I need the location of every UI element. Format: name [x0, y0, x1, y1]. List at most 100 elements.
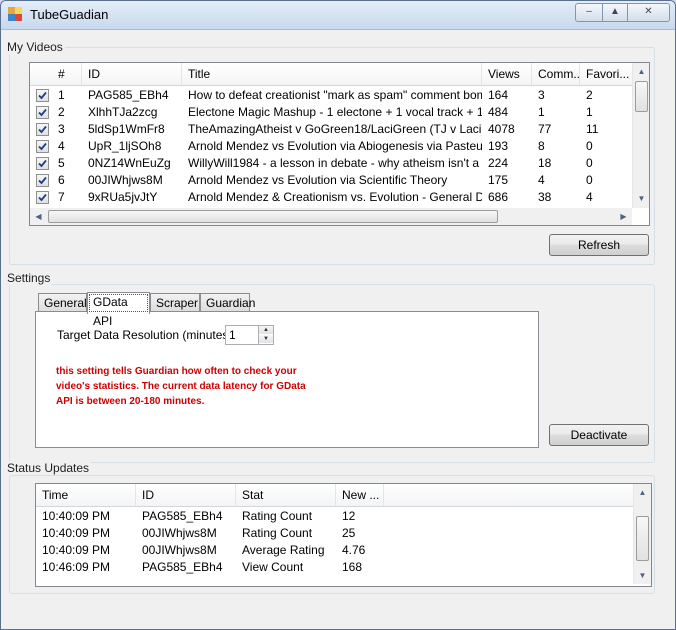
- column-header-favorites[interactable]: Favori...: [580, 63, 633, 85]
- spin-buttons[interactable]: ▲ ▼: [258, 326, 273, 344]
- table-row[interactable]: 4 UpR_1ljSOh8 Arnold Mendez vs Evolution v…: [30, 138, 632, 155]
- main-window: TubeGuadian – ▲ ✕ My Videos # ID Title V…: [0, 0, 676, 630]
- videos-list-header: # ID Title Views Comm... Favori...: [30, 63, 633, 86]
- cell-number: 3: [58, 122, 65, 136]
- tab-scraper[interactable]: Scraper: [150, 293, 200, 312]
- videos-list[interactable]: # ID Title Views Comm... Favori... 1 PAG5…: [29, 62, 650, 226]
- spin-up-icon[interactable]: ▲: [259, 326, 273, 334]
- checkbox-checked-icon[interactable]: [36, 140, 49, 153]
- cell-id: 9xRUa5jvJtY: [88, 190, 158, 204]
- tab-gdata-api[interactable]: GData API: [87, 292, 150, 328]
- spin-down-icon[interactable]: ▼: [259, 335, 273, 343]
- status-row[interactable]: 10:40:09 PM 00JIWhjws8M Rating Count 25: [36, 525, 633, 542]
- status-scroll-thumb[interactable]: [636, 516, 649, 561]
- scroll-up-icon[interactable]: ▲: [634, 484, 651, 501]
- table-row[interactable]: 1 PAG585_EBh4 How to defeat creationist "m…: [30, 87, 632, 104]
- cell-favorites: 2: [586, 88, 593, 102]
- table-row[interactable]: 3 5ldSp1WmFr8 TheAmazingAtheist v GoGreen1…: [30, 121, 632, 138]
- cell-number: 2: [58, 105, 65, 119]
- tab-general[interactable]: General: [38, 293, 87, 312]
- cell-title: Electone Magic Mashup - 1 electone + 1 v…: [188, 105, 482, 119]
- status-row[interactable]: 10:40:09 PM 00JIWhjws8M Average Rating 4.76: [36, 542, 633, 559]
- tab-guardian[interactable]: Guardian: [200, 293, 255, 312]
- cell-number: 7: [58, 190, 65, 204]
- my-videos-label: My Videos: [5, 40, 65, 54]
- maximize-button[interactable]: ▲: [602, 3, 628, 22]
- window-client: My Videos # ID Title Views Comm... Favor…: [5, 30, 667, 621]
- column-header-title[interactable]: Title: [182, 63, 482, 85]
- cell-title: Arnold Mendez vs Evolution via Abiogenes…: [188, 139, 482, 153]
- table-row[interactable]: 6 00JIWhjws8M Arnold Mendez vs Evolution v…: [30, 172, 632, 189]
- resolution-value[interactable]: 1: [229, 328, 236, 342]
- scroll-right-icon[interactable]: ▶: [615, 208, 632, 225]
- cell-number: 6: [58, 173, 65, 187]
- cell-title: How to defeat creationist "mark as spam"…: [188, 88, 482, 102]
- checkbox-checked-icon[interactable]: [36, 191, 49, 204]
- close-button[interactable]: ✕: [627, 3, 670, 22]
- cell-id: UpR_1ljSOh8: [88, 139, 162, 153]
- gdata-note: this setting tells Guardian how often to…: [56, 364, 306, 409]
- cell-stat: Rating Count: [242, 526, 313, 540]
- cell-new-value: 4.76: [342, 543, 366, 557]
- cell-favorites: 11: [586, 122, 599, 136]
- cell-stat: Average Rating: [242, 543, 325, 557]
- title-bar[interactable]: TubeGuadian – ▲ ✕: [1, 1, 675, 30]
- refresh-button[interactable]: Refresh: [549, 234, 649, 256]
- status-row[interactable]: 10:46:09 PM PAG585_EBh4 View Count 168: [36, 559, 633, 576]
- cell-time: 10:46:09 PM: [42, 560, 111, 574]
- cell-comments: 3: [538, 88, 545, 102]
- cell-comments: 38: [538, 190, 552, 204]
- status-list[interactable]: Time ID Stat New ... 10:40:09 PM PAG585_E…: [35, 483, 652, 587]
- checkbox-checked-icon[interactable]: [36, 123, 49, 136]
- settings-label: Settings: [5, 271, 53, 285]
- column-header-new-value[interactable]: New ...: [336, 484, 384, 506]
- hscroll-thumb[interactable]: [48, 210, 498, 223]
- column-header-stat[interactable]: Stat: [236, 484, 336, 506]
- scroll-down-icon[interactable]: ▼: [633, 190, 649, 207]
- cell-title: Arnold Mendez & Creationism vs. Evolutio…: [188, 190, 482, 204]
- status-vertical-scrollbar[interactable]: ▲ ▼: [633, 484, 651, 584]
- scroll-up-icon[interactable]: ▲: [633, 63, 649, 80]
- status-updates-label: Status Updates: [5, 461, 92, 475]
- cell-number: 5: [58, 156, 65, 170]
- cell-id: PAG585_EBh4: [88, 88, 169, 102]
- column-header-status-id[interactable]: ID: [136, 484, 236, 506]
- cell-comments: 8: [538, 139, 545, 153]
- column-header-number[interactable]: #: [52, 63, 82, 85]
- column-header-views[interactable]: Views: [482, 63, 532, 85]
- table-row[interactable]: 2 XlhhTJa2zcg Electone Magic Mashup - 1 el…: [30, 104, 632, 121]
- checkbox-checked-icon[interactable]: [36, 89, 49, 102]
- cell-status-id: 00JIWhjws8M: [142, 526, 217, 540]
- cell-id: XlhhTJa2zcg: [88, 105, 158, 119]
- checkbox-checked-icon[interactable]: [36, 106, 49, 119]
- videos-horizontal-scrollbar[interactable]: ◀ ▶: [30, 208, 632, 225]
- gdata-note-line-2: video's statistics. The current data lat…: [56, 381, 306, 392]
- status-row[interactable]: 10:40:09 PM PAG585_EBh4 Rating Count 12: [36, 508, 633, 525]
- deactivate-button[interactable]: Deactivate: [549, 424, 649, 446]
- cell-favorites: 1: [586, 105, 593, 119]
- window-title: TubeGuadian: [30, 7, 109, 22]
- minimize-icon: –: [586, 6, 592, 17]
- cell-views: 484: [488, 105, 509, 119]
- cell-title: Arnold Mendez vs Evolution via Scientifi…: [188, 173, 448, 187]
- table-row[interactable]: 5 0NZ14WnEuZg WillyWill1984 - a lesson in …: [30, 155, 632, 172]
- checkbox-checked-icon[interactable]: [36, 174, 49, 187]
- cell-views: 224: [488, 156, 509, 170]
- scroll-thumb[interactable]: [635, 81, 648, 112]
- videos-vertical-scrollbar[interactable]: ▲ ▼: [632, 63, 649, 208]
- cell-title: TheAmazingAtheist v GoGreen18/LaciGreen …: [188, 122, 482, 136]
- cell-new-value: 168: [342, 560, 363, 574]
- scroll-down-icon[interactable]: ▼: [634, 567, 651, 584]
- scroll-left-icon[interactable]: ◀: [30, 208, 47, 225]
- checkbox-checked-icon[interactable]: [36, 157, 49, 170]
- column-header-comments[interactable]: Comm...: [532, 63, 580, 85]
- cell-views: 4078: [488, 122, 515, 136]
- cell-status-id: 00JIWhjws8M: [142, 543, 217, 557]
- resolution-stepper[interactable]: 1 ▲ ▼: [225, 325, 274, 345]
- cell-favorites: 0: [586, 139, 593, 153]
- column-header-time[interactable]: Time: [36, 484, 136, 506]
- column-header-id[interactable]: ID: [82, 63, 182, 85]
- cell-views: 686: [488, 190, 509, 204]
- table-row[interactable]: 7 9xRUa5jvJtY Arnold Mendez & Creationism …: [30, 189, 632, 206]
- minimize-button[interactable]: –: [575, 3, 603, 22]
